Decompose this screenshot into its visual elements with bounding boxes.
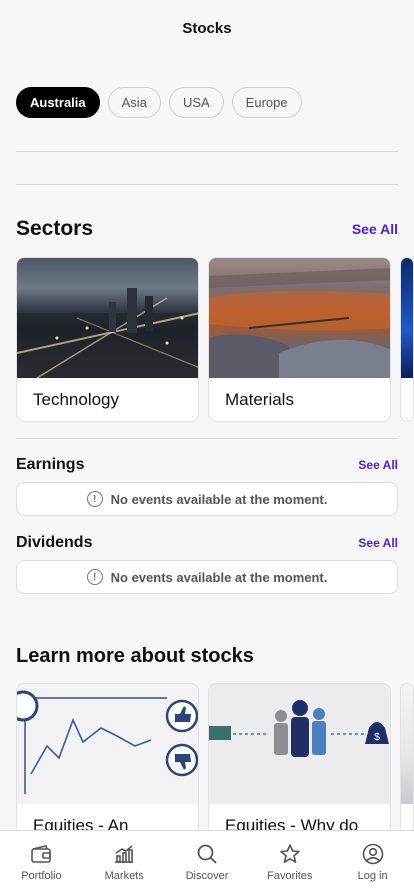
region-chip-europe[interactable]: Europe bbox=[231, 87, 302, 118]
svg-text:$: $ bbox=[374, 732, 380, 743]
dividends-empty-state: ! No events available at the moment. bbox=[16, 560, 398, 594]
investors-illustration: $ bbox=[209, 684, 390, 804]
dividends-see-all-link[interactable]: See All bbox=[358, 536, 398, 550]
sector-card-materials[interactable]: Materials bbox=[208, 257, 391, 422]
chart-icon bbox=[115, 845, 134, 863]
tab-label: Portfolio bbox=[21, 870, 62, 882]
earnings-empty-state: ! No events available at the moment. bbox=[16, 482, 398, 516]
sector-card-next[interactable] bbox=[400, 257, 414, 422]
sector-carousel: Technology Materials bbox=[16, 257, 414, 422]
learn-title: Learn more about stocks bbox=[16, 644, 254, 667]
bottom-tab-bar: Portfolio Markets Discover Favorites Log… bbox=[0, 830, 414, 894]
earnings-see-all-link[interactable]: See All bbox=[358, 458, 398, 472]
earnings-empty-text: No events available at the moment. bbox=[110, 491, 328, 507]
dividends-header: Dividends See All bbox=[16, 532, 398, 554]
learn-carousel: Equities - An $ Equities - Why do bbox=[16, 683, 414, 848]
region-chip-australia[interactable]: Australia bbox=[16, 87, 100, 118]
sector-card-technology[interactable]: Technology bbox=[16, 257, 199, 422]
dividends-title: Dividends bbox=[16, 534, 93, 551]
page-title: Stocks bbox=[182, 19, 232, 37]
region-chip-usa[interactable]: USA bbox=[168, 87, 224, 118]
star-icon bbox=[279, 844, 300, 863]
materials-image bbox=[209, 258, 390, 378]
learn-header: Learn more about stocks bbox=[16, 643, 398, 669]
technology-image bbox=[17, 258, 198, 378]
wallet-icon bbox=[31, 845, 52, 863]
tab-favorites[interactable]: Favorites bbox=[248, 831, 331, 894]
tab-portfolio[interactable]: Portfolio bbox=[0, 831, 83, 894]
user-icon bbox=[362, 843, 383, 865]
tab-label: Log in bbox=[357, 870, 388, 882]
info-icon: ! bbox=[86, 491, 103, 507]
tab-discover[interactable]: Discover bbox=[166, 831, 249, 894]
dividends-empty-text: No events available at the moment. bbox=[110, 569, 328, 585]
divider bbox=[16, 151, 398, 152]
tab-label: Discover bbox=[185, 870, 229, 882]
divider bbox=[16, 184, 398, 185]
sector-next-image bbox=[401, 258, 413, 378]
learn-card-next[interactable] bbox=[400, 683, 414, 848]
sectors-header: Sectors See All bbox=[16, 216, 398, 242]
tab-label: Markets bbox=[104, 870, 144, 882]
sector-card-label: Materials bbox=[225, 389, 294, 409]
tab-log-in[interactable]: Log in bbox=[331, 831, 414, 894]
top-bar: Stocks bbox=[0, 0, 414, 56]
tab-label: Favorites bbox=[267, 870, 313, 882]
sector-card-label: Technology bbox=[33, 389, 120, 409]
tab-markets[interactable]: Markets bbox=[83, 831, 166, 894]
earnings-header: Earnings See All bbox=[16, 454, 398, 476]
earnings-title: Earnings bbox=[16, 456, 85, 473]
equities-chart-illustration bbox=[17, 684, 198, 804]
info-icon: ! bbox=[86, 569, 103, 585]
region-filter: Australia Asia USA Europe bbox=[16, 87, 302, 118]
learn-card-equities-intro[interactable]: Equities - An bbox=[16, 683, 199, 848]
sectors-see-all-link[interactable]: See All bbox=[352, 221, 398, 237]
learn-next-image bbox=[401, 684, 413, 804]
region-chip-asia[interactable]: Asia bbox=[107, 87, 161, 118]
sectors-title: Sectors bbox=[16, 217, 94, 240]
search-icon bbox=[197, 844, 217, 864]
learn-card-equities-why[interactable]: $ Equities - Why do bbox=[208, 683, 391, 848]
divider bbox=[16, 438, 398, 439]
